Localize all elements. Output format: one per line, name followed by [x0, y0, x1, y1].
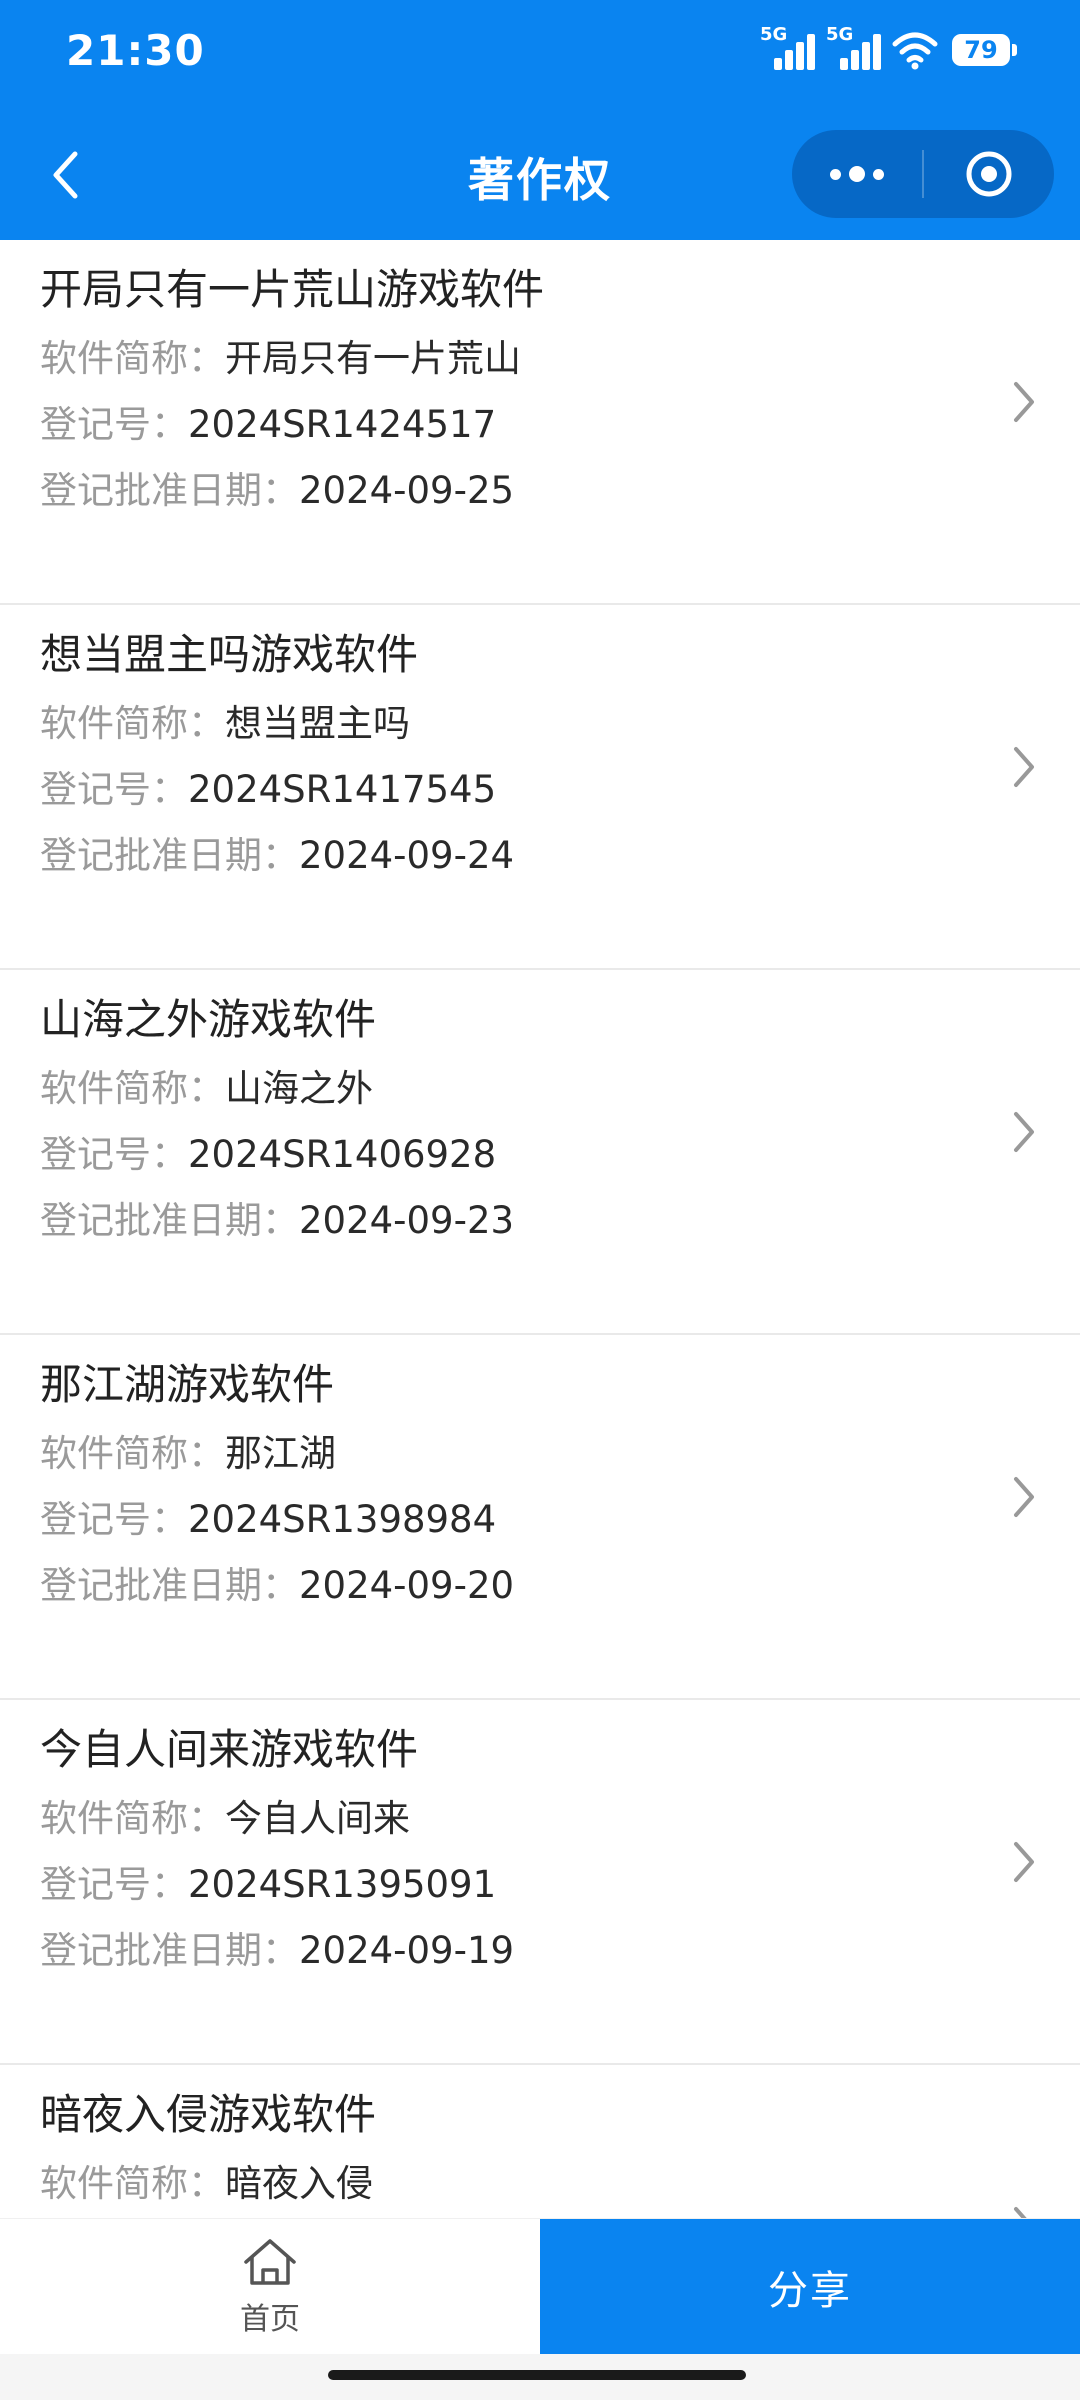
more-icon	[830, 166, 884, 182]
chevron-right-icon	[1014, 382, 1034, 422]
short-name-value: 暗夜入侵	[225, 2162, 373, 2205]
home-tab[interactable]: 首页	[0, 2219, 540, 2355]
approval-date-row: 登记批准日期：2024-09-19	[40, 1926, 1080, 1976]
signal-icon: 5G	[826, 24, 881, 72]
list-item[interactable]: 今自人间来游戏软件 软件简称：今自人间来 登记号：2024SR1395091 登…	[0, 1700, 1080, 2065]
short-name-row: 软件简称：今自人间来	[40, 1794, 1080, 1844]
reg-no-row: 登记号：2024SR1398984	[40, 1495, 1080, 1545]
approval-date-row: 登记批准日期：2024-09-25	[40, 466, 1080, 516]
wifi-icon	[892, 32, 938, 70]
app-screen: 21:30 5G 5G 79 著作权 开局只有一片荒山游戏软件 软件简称：开局只…	[0, 0, 1080, 2400]
short-name-value: 那江湖	[225, 1432, 336, 1475]
close-mini-program-button[interactable]	[924, 130, 1054, 218]
short-name-label: 软件简称：	[40, 1067, 225, 1110]
item-title: 暗夜入侵游戏软件	[40, 2090, 377, 2139]
reg-no-value: 2024SR1424517	[188, 403, 497, 446]
short-name-value: 想当盟主吗	[225, 702, 410, 745]
item-title: 想当盟主吗游戏软件	[40, 630, 419, 679]
approval-date-row: 登记批准日期：2024-09-24	[40, 831, 1080, 881]
reg-no-label: 登记号：	[40, 1863, 188, 1906]
approval-date-label: 登记批准日期：	[40, 1564, 299, 1607]
list-item[interactable]: 开局只有一片荒山游戏软件 软件简称：开局只有一片荒山 登记号：2024SR142…	[0, 240, 1080, 605]
approval-date-value: 2024-09-19	[299, 1929, 515, 1972]
item-title: 今自人间来游戏软件	[40, 1725, 419, 1774]
header: 21:30 5G 5G 79 著作权	[0, 0, 1080, 240]
status-bar: 21:30 5G 5G 79	[0, 0, 1080, 100]
item-title: 开局只有一片荒山游戏软件	[40, 265, 545, 314]
list-item[interactable]: 暗夜入侵游戏软件 软件简称：暗夜入侵	[0, 2065, 1080, 2218]
reg-no-value: 2024SR1417545	[188, 768, 497, 811]
short-name-row: 软件简称：想当盟主吗	[40, 699, 1080, 749]
reg-no-row: 登记号：2024SR1424517	[40, 400, 1080, 450]
approval-date-label: 登记批准日期：	[40, 1929, 299, 1972]
approval-date-value: 2024-09-24	[299, 834, 515, 877]
short-name-row: 软件简称：开局只有一片荒山	[40, 334, 1080, 384]
short-name-label: 软件简称：	[40, 1432, 225, 1475]
item-title: 那江湖游戏软件	[40, 1360, 335, 1409]
short-name-label: 软件简称：	[40, 1797, 225, 1840]
approval-date-row: 登记批准日期：2024-09-20	[40, 1561, 1080, 1611]
target-circle-icon	[966, 151, 1012, 197]
chevron-right-icon	[1014, 1477, 1034, 1517]
short-name-label: 软件简称：	[40, 337, 225, 380]
status-icons: 5G 5G 79	[760, 24, 1017, 74]
reg-no-label: 登记号：	[40, 1498, 188, 1541]
network-type-label: 5G	[826, 24, 854, 45]
list-item[interactable]: 想当盟主吗游戏软件 软件简称：想当盟主吗 登记号：2024SR1417545 登…	[0, 605, 1080, 970]
short-name-row: 软件简称：那江湖	[40, 1429, 1080, 1479]
reg-no-label: 登记号：	[40, 768, 188, 811]
chevron-right-icon	[1014, 2207, 1027, 2218]
short-name-value: 开局只有一片荒山	[225, 337, 521, 380]
item-title: 山海之外游戏软件	[40, 995, 377, 1044]
chevron-right-icon	[1014, 1112, 1034, 1152]
reg-no-label: 登记号：	[40, 1133, 188, 1176]
approval-date-value: 2024-09-23	[299, 1199, 515, 1242]
more-button[interactable]	[792, 130, 922, 218]
approval-date-value: 2024-09-20	[299, 1564, 515, 1607]
reg-no-value: 2024SR1406928	[188, 1133, 497, 1176]
reg-no-row: 登记号：2024SR1406928	[40, 1130, 1080, 1180]
home-label: 首页	[240, 2302, 300, 2337]
approval-date-label: 登记批准日期：	[40, 834, 299, 877]
reg-no-value: 2024SR1398984	[188, 1498, 497, 1541]
reg-no-row: 登记号：2024SR1417545	[40, 765, 1080, 815]
short-name-label: 软件简称：	[40, 702, 225, 745]
approval-date-label: 登记批准日期：	[40, 469, 299, 512]
approval-date-row: 登记批准日期：2024-09-23	[40, 1196, 1080, 1246]
reg-no-value: 2024SR1395091	[188, 1863, 497, 1906]
chevron-right-icon	[1014, 1842, 1034, 1882]
copyright-list: 开局只有一片荒山游戏软件 软件简称：开局只有一片荒山 登记号：2024SR142…	[0, 240, 1080, 2218]
network-type-label: 5G	[760, 24, 788, 45]
mini-program-capsule	[792, 130, 1054, 218]
signal-icon: 5G	[760, 24, 815, 72]
approval-date-value: 2024-09-25	[299, 469, 515, 512]
short-name-label: 软件简称：	[40, 2162, 225, 2205]
gesture-area	[0, 2354, 1080, 2400]
short-name-row: 软件简称：暗夜入侵	[40, 2159, 1080, 2209]
chevron-right-icon	[1014, 747, 1034, 787]
list-item[interactable]: 那江湖游戏软件 软件简称：那江湖 登记号：2024SR1398984 登记批准日…	[0, 1335, 1080, 1700]
share-button[interactable]: 分享	[540, 2219, 1080, 2355]
reg-no-label: 登记号：	[40, 403, 188, 446]
bottom-bar: 首页 分享	[0, 2218, 1080, 2355]
home-indicator[interactable]	[328, 2370, 746, 2380]
nav-bar: 著作权	[0, 130, 1080, 220]
short-name-value: 今自人间来	[225, 1797, 410, 1840]
clock: 21:30	[66, 26, 205, 75]
battery-icon: 79	[952, 34, 1017, 66]
short-name-value: 山海之外	[225, 1067, 373, 1110]
home-icon	[244, 2239, 296, 2285]
short-name-row: 软件简称：山海之外	[40, 1064, 1080, 1114]
list-item[interactable]: 山海之外游戏软件 软件简称：山海之外 登记号：2024SR1406928 登记批…	[0, 970, 1080, 1335]
reg-no-row: 登记号：2024SR1395091	[40, 1860, 1080, 1910]
approval-date-label: 登记批准日期：	[40, 1199, 299, 1242]
